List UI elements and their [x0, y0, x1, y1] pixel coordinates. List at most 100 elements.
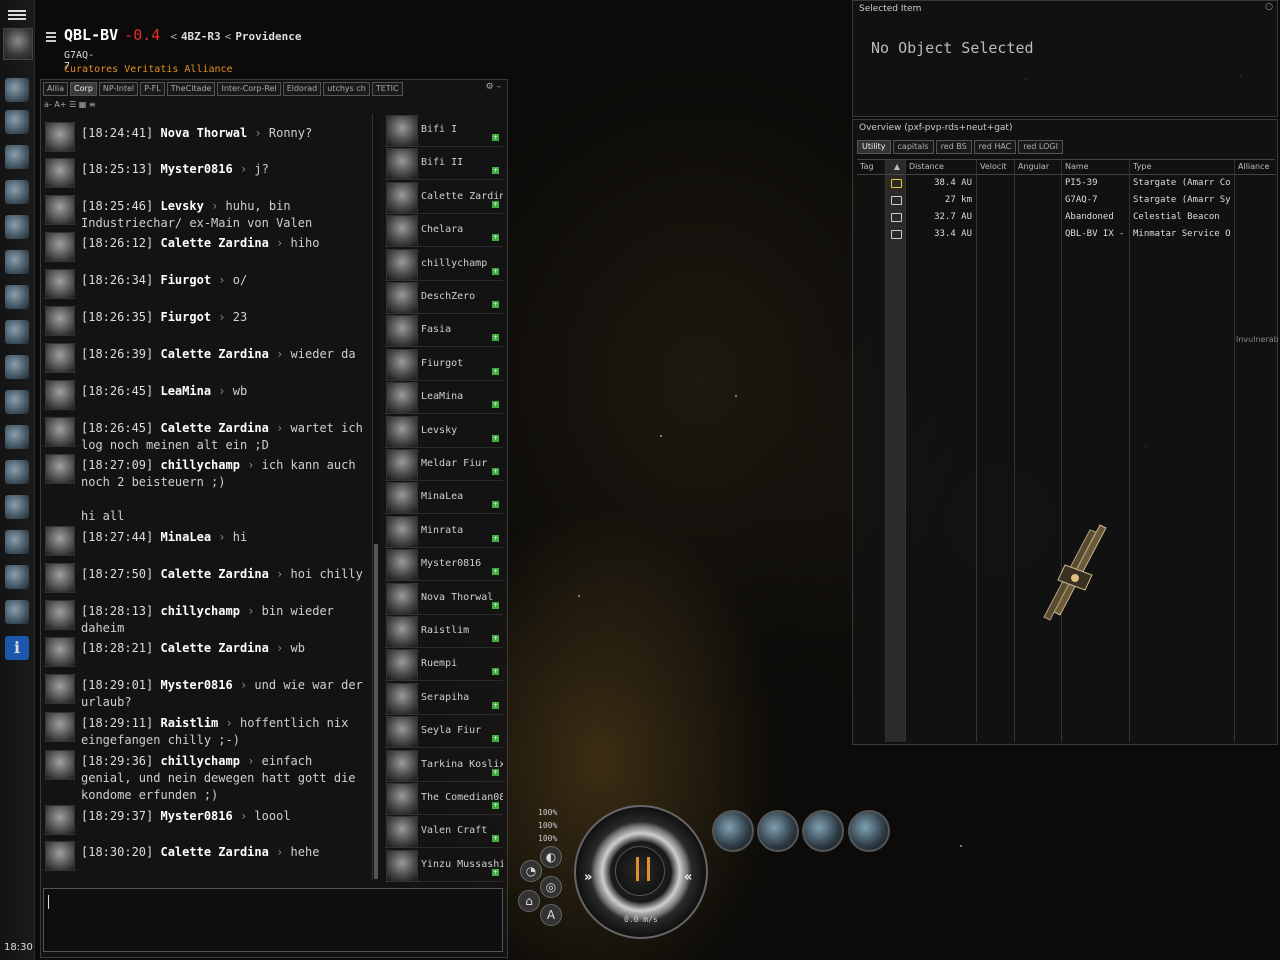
member-portrait[interactable] — [386, 215, 418, 248]
sender-portrait[interactable] — [45, 343, 75, 373]
member-portrait[interactable] — [386, 515, 418, 548]
chat-tab-active[interactable]: Corp — [70, 82, 97, 96]
notepad-icon[interactable] — [5, 145, 29, 169]
overview-tab[interactable]: capitals — [892, 140, 934, 154]
industry-icon[interactable] — [5, 250, 29, 274]
message-sender[interactable]: Myster0816 — [160, 809, 232, 823]
member-item[interactable]: Fiurgot + — [385, 348, 503, 381]
member-item[interactable]: Tarkina Koslix + — [385, 749, 503, 782]
route-region[interactable]: 4BZ-R3 — [181, 30, 221, 43]
message-sender[interactable]: Calette Zardina — [160, 236, 268, 250]
sender-portrait[interactable] — [45, 600, 75, 630]
member-portrait[interactable] — [386, 682, 418, 715]
message-sender[interactable]: Fiurgot — [160, 273, 211, 287]
chat-tab[interactable]: Allia — [43, 82, 69, 96]
message-sender[interactable]: Nova Thorwal — [160, 126, 247, 140]
sender-portrait[interactable] — [45, 417, 75, 447]
member-item[interactable]: LeaMina + — [385, 381, 503, 415]
member-portrait[interactable] — [386, 315, 418, 348]
sender-portrait[interactable] — [45, 526, 75, 556]
member-portrait[interactable] — [386, 616, 418, 648]
member-item[interactable]: DeschZero + — [385, 281, 503, 314]
overview-tab[interactable]: red HAC — [973, 140, 1017, 154]
route-constellation[interactable]: Providence — [235, 30, 301, 43]
sender-portrait[interactable] — [45, 122, 75, 152]
member-portrait[interactable] — [386, 816, 418, 849]
character-portrait[interactable] — [3, 28, 33, 60]
chat-tab[interactable]: P-FL — [140, 82, 165, 96]
overview-tab[interactable]: red LOGI — [1018, 140, 1063, 154]
member-portrait[interactable] — [386, 783, 418, 815]
camera-icon[interactable]: ◐ — [540, 846, 562, 868]
member-portrait[interactable] — [386, 181, 418, 214]
fitting-icon[interactable] — [5, 600, 29, 624]
message-sender[interactable]: chillychamp — [160, 604, 239, 618]
member-portrait[interactable] — [386, 148, 418, 181]
member-item[interactable]: Myster0816 + — [385, 548, 503, 582]
sleep-icon[interactable] — [5, 390, 29, 414]
chat-scrollbar[interactable] — [372, 114, 379, 880]
message-sender[interactable]: LeaMina — [160, 384, 211, 398]
member-item[interactable]: Chelara + — [385, 214, 503, 248]
sender-portrait[interactable] — [45, 454, 75, 484]
chat-tab[interactable]: NP-Intel — [98, 82, 139, 96]
font-size-controls[interactable]: a- A+ — [44, 100, 67, 109]
member-item[interactable]: Serapiha + — [385, 682, 503, 715]
chat-tab[interactable]: TheCitade — [166, 82, 216, 96]
sovereignty-alliance[interactable]: Curatores Veritatis Alliance — [64, 64, 233, 75]
message-sender[interactable]: Myster0816 — [160, 162, 232, 176]
message-sender[interactable]: Myster0816 — [160, 678, 232, 692]
chat-tab[interactable]: Inter-Corp-Rel — [217, 82, 281, 96]
member-item[interactable]: Bifi II + — [385, 147, 503, 181]
table-row[interactable]: 33.4 AU QBL-BV IX - Minmatar Service O — [857, 226, 1275, 242]
module-slot-2[interactable] — [757, 810, 799, 852]
member-portrait[interactable] — [386, 649, 418, 682]
sender-portrait[interactable] — [45, 232, 75, 262]
message-sender[interactable]: chillychamp — [160, 458, 239, 472]
message-sender[interactable]: Fiurgot — [160, 310, 211, 324]
neocom-menu-icon[interactable] — [8, 8, 26, 22]
sender-portrait[interactable] — [45, 563, 75, 593]
skills-icon[interactable] — [5, 78, 29, 102]
sort-arrow-icon[interactable]: ▲ — [886, 160, 905, 175]
table-row[interactable]: 27 km G7AQ-7 Stargate (Amarr Sy — [857, 192, 1275, 208]
column-header-name[interactable]: Name — [1062, 160, 1129, 175]
member-portrait[interactable] — [386, 248, 418, 281]
sender-portrait[interactable] — [45, 306, 75, 336]
chat-input[interactable] — [43, 888, 503, 952]
map-icon[interactable] — [5, 285, 29, 309]
member-item[interactable]: Calette Zardina + — [385, 181, 503, 214]
member-portrait[interactable] — [386, 749, 418, 782]
assets-icon[interactable] — [5, 320, 29, 344]
sender-portrait[interactable] — [45, 195, 75, 225]
location-menu-icon[interactable] — [46, 30, 56, 44]
member-item[interactable]: Raistlim + — [385, 615, 503, 648]
message-sender[interactable]: Calette Zardina — [160, 421, 268, 435]
sender-portrait[interactable] — [45, 674, 75, 704]
member-portrait[interactable] — [386, 582, 418, 615]
message-sender[interactable]: Levsky — [160, 199, 203, 213]
inventory-icon[interactable] — [5, 355, 29, 379]
sender-portrait[interactable] — [45, 841, 75, 871]
tactical-icon[interactable]: ◔ — [520, 860, 542, 882]
member-portrait[interactable] — [386, 549, 418, 582]
sender-portrait[interactable] — [45, 637, 75, 667]
overview-tab[interactable]: red BS — [935, 140, 972, 154]
member-portrait[interactable] — [386, 415, 418, 448]
message-sender[interactable]: Calette Zardina — [160, 845, 268, 859]
overview-table[interactable]: Tag ▲ Distance Velocit Angular Name Type… — [857, 159, 1276, 742]
ship-model[interactable] — [1020, 520, 1120, 630]
column-header-angular[interactable]: Angular — [1015, 160, 1061, 175]
system-name[interactable]: QBL-BV — [64, 26, 118, 44]
scrollbar-thumb[interactable] — [374, 544, 378, 879]
message-sender[interactable]: chillychamp — [160, 754, 239, 768]
member-item[interactable]: MinaLea + — [385, 481, 503, 515]
scanner-icon[interactable]: ◎ — [540, 876, 562, 898]
member-item[interactable]: Seyla Fiur + — [385, 715, 503, 749]
market-icon[interactable] — [5, 180, 29, 204]
fleet-icon[interactable] — [5, 215, 29, 239]
chat-tab[interactable]: utchys ch — [323, 82, 370, 96]
chat-tab[interactable]: Eldorad — [282, 82, 322, 96]
member-portrait[interactable] — [386, 449, 418, 481]
sender-portrait[interactable] — [45, 380, 75, 410]
